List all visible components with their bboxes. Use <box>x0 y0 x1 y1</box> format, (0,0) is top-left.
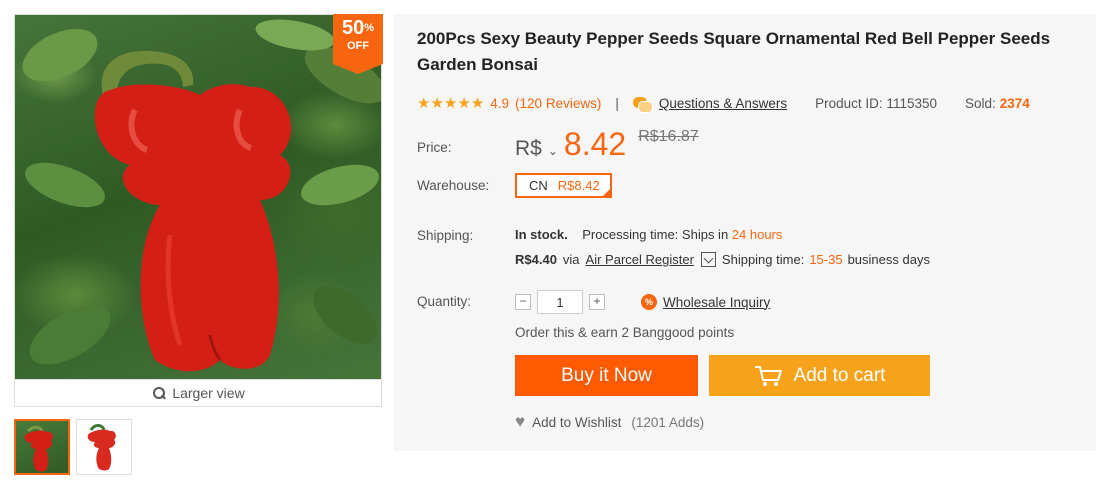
rating-stars: ★ ★ ★ ★ ★ <box>417 96 484 111</box>
add-to-wishlist[interactable]: ♥ Add to Wishlist (1201 Adds) <box>515 412 704 432</box>
warehouse-price: R$8.42 <box>557 178 600 193</box>
shipping-cost: R$4.40 <box>515 252 557 267</box>
stock-status-row: In stock. Processing time: Ships in 24 h… <box>515 227 782 242</box>
pepper-photo <box>15 15 381 381</box>
add-to-cart-button[interactable]: Add to cart <box>709 355 930 396</box>
quantity-stepper: − + <box>515 290 605 314</box>
product-id: Product ID: 1115350 <box>815 96 937 111</box>
product-meta-row: ★ ★ ★ ★ ★ 4.9 (120 Reviews) | Questions … <box>417 96 1030 113</box>
quantity-decrease-button[interactable]: − <box>515 294 531 310</box>
quantity-increase-button[interactable]: + <box>589 294 605 310</box>
shipping-method-row: R$4.40 via Air Parcel Register Shipping … <box>515 252 930 267</box>
wholesale-inquiry[interactable]: % Wholesale Inquiry <box>641 294 770 310</box>
buy-now-button[interactable]: Buy it Now <box>515 355 698 396</box>
questions-answers-link[interactable]: Questions & Answers <box>659 96 787 111</box>
price-row: R$ ⌄ 8.42 R$16.87 <box>515 126 699 163</box>
add-to-cart-label: Add to cart <box>793 364 886 386</box>
wholesale-inquiry-link[interactable]: Wholesale Inquiry <box>663 295 770 310</box>
price-label: Price: <box>417 140 452 155</box>
larger-view-label: Larger view <box>172 385 245 401</box>
shipping-label: Shipping: <box>417 228 474 243</box>
warehouse-code: CN <box>529 178 548 193</box>
rating-value: 4.9 <box>490 96 510 111</box>
processing-time-label: Processing time: <box>582 227 679 242</box>
chevron-down-icon[interactable]: ⌄ <box>548 144 558 158</box>
wishlist-label[interactable]: Add to Wishlist <box>532 415 621 430</box>
warehouse-label: Warehouse: <box>417 178 490 193</box>
sold-count: 2374 <box>999 96 1030 111</box>
main-product-image[interactable]: Larger view <box>14 14 382 407</box>
thumbnail-1[interactable] <box>14 419 70 475</box>
points-note: Order this & earn 2 Banggood points <box>515 325 735 340</box>
star-icon: ★ <box>443 95 458 112</box>
quantity-label: Quantity: <box>417 294 472 309</box>
discount-badge: 50% OFF <box>333 14 383 74</box>
larger-view-button[interactable]: Larger view <box>15 379 381 406</box>
sold-label: Sold: <box>965 96 996 111</box>
thumbnail-strip <box>14 419 132 475</box>
warehouse-option-cn[interactable]: CN R$8.42 ✓ <box>515 173 612 198</box>
current-price: 8.42 <box>563 126 627 162</box>
checkmark-icon: ✓ <box>604 188 610 195</box>
original-price: R$16.87 <box>638 128 699 145</box>
star-icon: ★ <box>417 95 431 112</box>
product-info-panel: 200Pcs Sexy Beauty Pepper Seeds Square O… <box>394 14 1096 451</box>
thumbnail-2[interactable] <box>76 419 132 475</box>
currency-selector[interactable]: R$ <box>515 137 542 161</box>
star-icon: ★ <box>470 95 485 112</box>
cart-icon <box>754 365 782 386</box>
star-icon: ★ <box>430 95 444 112</box>
percent-tag-icon: % <box>641 294 657 310</box>
magnifier-icon <box>153 386 166 400</box>
heart-icon: ♥ <box>515 412 526 431</box>
shipping-time-label: Shipping time: <box>721 252 805 267</box>
product-title: 200Pcs Sexy Beauty Pepper Seeds Square O… <box>417 29 1051 74</box>
shipping-time-suffix: business days <box>847 252 930 267</box>
shipping-via: via <box>562 252 580 267</box>
star-icon: ★ <box>457 95 471 112</box>
processing-time-value: 24 hours <box>731 227 783 242</box>
reviews-link[interactable]: (120 Reviews) <box>515 96 601 111</box>
discount-percent-sign: % <box>364 22 375 34</box>
quantity-input[interactable] <box>537 290 583 314</box>
wishlist-count: (1201 Adds) <box>631 414 705 430</box>
processing-prefix: Ships in <box>681 227 729 242</box>
discount-off-label: OFF <box>347 40 369 52</box>
discount-percent: 50 <box>341 17 365 39</box>
shipping-method-link[interactable]: Air Parcel Register <box>586 252 694 267</box>
shipping-dropdown-icon[interactable] <box>700 252 716 267</box>
meta-separator: | <box>615 96 619 111</box>
chat-bubbles-icon <box>632 96 653 113</box>
shipping-time-value: 15-35 <box>809 252 843 267</box>
stock-status: In stock. <box>515 227 568 242</box>
